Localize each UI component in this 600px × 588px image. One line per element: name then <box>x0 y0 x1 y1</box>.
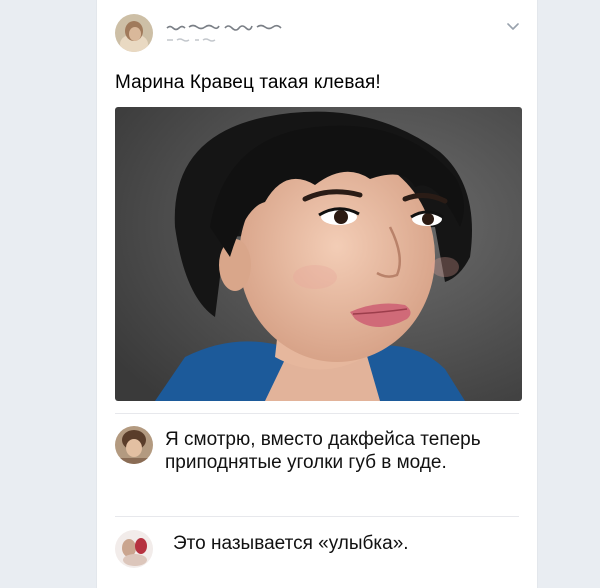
post-photo[interactable] <box>115 107 522 401</box>
comment-avatar[interactable] <box>115 426 153 464</box>
comment-divider <box>115 413 519 414</box>
comment-divider <box>115 516 519 517</box>
author-avatar[interactable] <box>115 14 153 52</box>
post-card: Марина Кравец такая клевая! Я смотрю, вм… <box>96 0 538 588</box>
post-date-blurred <box>167 38 216 42</box>
author-name-blurred[interactable] <box>165 22 285 32</box>
post-header <box>115 12 525 56</box>
comment-avatar[interactable] <box>115 530 153 568</box>
post-text: Марина Кравец такая клевая! <box>115 72 381 93</box>
comment-text: Я смотрю, вместо дакфейса теперь приподн… <box>165 429 481 473</box>
chevron-down-icon[interactable] <box>505 18 521 34</box>
comment-text: Это называется «улыбка». <box>173 533 409 554</box>
